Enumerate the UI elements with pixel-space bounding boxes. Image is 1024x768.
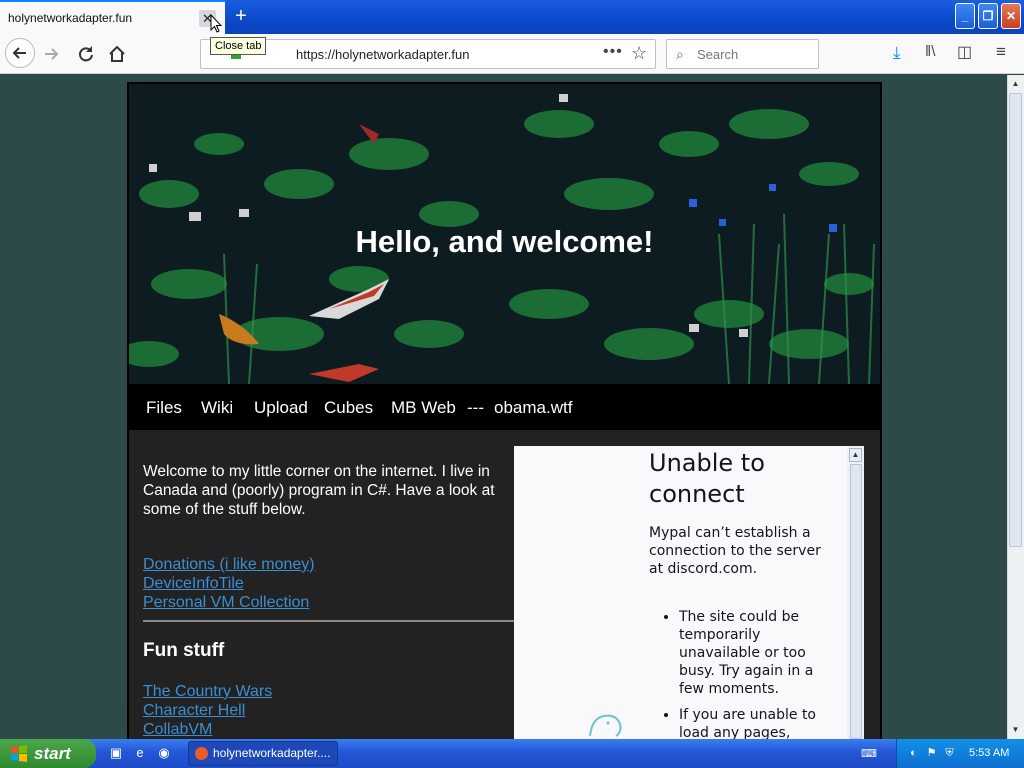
back-icon	[12, 47, 26, 59]
site-menu: Files Wiki Upload Cubes MB Web --- obama…	[129, 384, 880, 430]
search-icon: ⌕	[676, 46, 684, 62]
clock: 5:53 AM	[969, 747, 1010, 759]
bookmark-star-icon[interactable]: ☆	[631, 43, 647, 64]
hero-title: Hello, and welcome!	[355, 224, 654, 259]
divider	[143, 620, 515, 622]
taskbar-window-label: holynetworkadapter....	[213, 746, 331, 760]
quicklaunch-media-icon[interactable]: ◉	[156, 745, 172, 761]
desktop-screen: holynetworkadapter.fun ✕ + _ ❐ ✕ Close t…	[0, 0, 1024, 768]
network-icon[interactable]: ◐	[907, 746, 920, 760]
close-tab-tooltip: Close tab	[210, 37, 267, 55]
error-suggestions: The site could be temporarily unavailabl…	[679, 608, 829, 739]
antivirus-icon[interactable]: ⛨	[943, 746, 956, 760]
back-button[interactable]	[5, 38, 35, 68]
windows-taskbar: start ▣ e ◉ holynetworkadapter.... ⌨ ◐ ⚑…	[0, 739, 1024, 768]
menu-icon[interactable]: ≡	[996, 42, 1006, 62]
intro-text: Welcome to my little corner on the inter…	[143, 463, 495, 518]
url-text[interactable]: https://holynetworkadapter.fun	[296, 47, 469, 62]
embed-scroll-thumb[interactable]	[850, 464, 862, 739]
start-button[interactable]: start	[0, 739, 96, 768]
page-actions-button[interactable]: •••	[603, 43, 623, 61]
forward-button[interactable]	[39, 40, 67, 68]
url-bar[interactable]: https://holynetworkadapter.fun ••• ☆	[200, 39, 656, 69]
error-title: Unable to connect	[649, 449, 765, 508]
maximize-window-button[interactable]: ❐	[978, 3, 998, 29]
windows-flag-icon	[11, 745, 27, 762]
minimize-window-button[interactable]: _	[955, 3, 975, 29]
menu-item-cubes[interactable]: Cubes	[324, 398, 373, 418]
error-description: Mypal can’t establish a connection to th…	[649, 525, 821, 577]
list-item: The site could be temporarily unavailabl…	[679, 608, 829, 698]
menu-item-files[interactable]: Files	[146, 398, 182, 418]
keyboard-icon[interactable]: ⌨	[861, 747, 877, 760]
embed-scroll-up-button[interactable]: ▲	[849, 448, 862, 462]
home-icon	[109, 45, 125, 62]
country-wars-link[interactable]: The Country Wars	[143, 683, 272, 701]
menu-separator: ---	[467, 398, 484, 417]
menu-item-upload[interactable]: Upload	[254, 398, 308, 418]
taskbar-window-button[interactable]: holynetworkadapter....	[188, 741, 338, 766]
personal-vm-collection-link[interactable]: Personal VM Collection	[143, 594, 309, 612]
hero-banner: Hello, and welcome!	[129, 84, 880, 384]
scroll-up-button[interactable]: ▲	[1008, 76, 1023, 91]
scroll-down-button[interactable]: ▼	[1008, 722, 1023, 737]
error-illustration-icon	[589, 714, 622, 737]
search-bar[interactable]: ⌕ Search	[666, 39, 819, 69]
discord-embed-frame: Unable to connect Mypal can’t establish …	[514, 446, 864, 739]
tab-title: holynetworkadapter.fun	[8, 11, 133, 25]
mouse-cursor-icon	[210, 14, 222, 33]
donations-link[interactable]: Donations (i like money)	[143, 556, 315, 574]
system-tray: ◐ ⚑ ⛨ 5:53 AM	[896, 739, 1024, 768]
forward-icon	[45, 48, 59, 60]
fun-stuff-heading: Fun stuff	[143, 640, 225, 661]
security-shield-icon[interactable]: ⚑	[925, 746, 938, 760]
menu-item-obama-wtf[interactable]: obama.wtf	[494, 398, 572, 418]
sidebar-icon[interactable]: ◫	[957, 42, 972, 62]
scroll-thumb[interactable]	[1009, 93, 1022, 547]
menu-item-wiki[interactable]: Wiki	[201, 398, 233, 418]
close-window-button[interactable]: ✕	[1001, 3, 1021, 29]
list-item: If you are unable to load any pages,	[679, 706, 829, 739]
browser-tab[interactable]: holynetworkadapter.fun ✕	[0, 0, 225, 34]
menu-item-mb-web[interactable]: MB Web	[391, 398, 456, 418]
reload-icon	[79, 46, 93, 62]
library-icon[interactable]: ‖\	[925, 43, 935, 60]
character-hell-link[interactable]: Character Hell	[143, 702, 245, 720]
home-button[interactable]	[103, 40, 131, 68]
reload-button[interactable]	[72, 40, 100, 68]
navigation-toolbar: https://holynetworkadapter.fun ••• ☆ ⌕ S…	[0, 34, 1024, 74]
browser-app-icon	[195, 747, 208, 760]
download-icon[interactable]: ⤓	[893, 43, 901, 63]
quicklaunch-ie-icon[interactable]: e	[132, 745, 148, 761]
quicklaunch-show-desktop-icon[interactable]: ▣	[108, 745, 124, 761]
collabvm-link[interactable]: CollabVM	[143, 721, 212, 739]
start-label: start	[34, 744, 71, 763]
new-tab-button[interactable]: +	[230, 5, 252, 27]
deviceinfotile-link[interactable]: DeviceInfoTile	[143, 575, 244, 593]
search-placeholder[interactable]: Search	[697, 47, 738, 62]
browser-tab-bar: holynetworkadapter.fun ✕ + _ ❐ ✕	[0, 0, 1024, 34]
